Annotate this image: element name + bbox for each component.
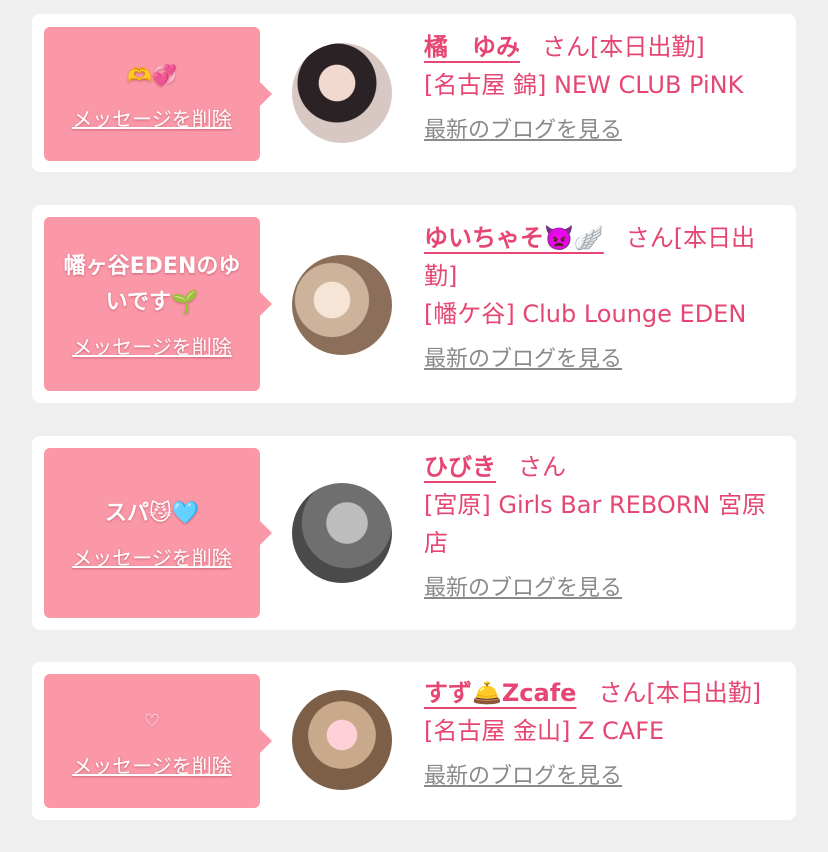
attendance-status: [本日出勤] (646, 679, 762, 707)
honorific: さん (542, 33, 590, 61)
message-text: 🫶💞 (127, 62, 177, 87)
shop-name: [宮原] Girls Bar REBORN 宮原店 (424, 491, 766, 557)
message-bubble: 🫶💞 メッセージを削除 (44, 27, 272, 161)
avatar[interactable] (292, 483, 392, 583)
delete-message-link[interactable]: メッセージを削除 (72, 331, 232, 360)
cast-name-link[interactable]: ひびき (424, 453, 496, 481)
message-text: 幡ヶ谷EDENのゆいです🌱 (63, 253, 241, 315)
message-card: 幡ヶ谷EDENのゆいです🌱 メッセージを削除 ゆいちゃそ👿🪽 さん[本日出勤] [… (32, 205, 796, 403)
blog-link[interactable]: 最新のブログを見る (424, 758, 622, 790)
cast-name-link[interactable]: 橘 ゆみ (424, 33, 520, 61)
message-bubble: スパ😼🩵 メッセージを削除 (44, 448, 272, 618)
honorific: さん (625, 224, 674, 252)
blog-link[interactable]: 最新のブログを見る (424, 341, 622, 373)
message-text: ♡ (143, 710, 161, 732)
cast-name-link[interactable]: ゆいちゃそ👿🪽 (424, 224, 604, 252)
message-card: ♡ メッセージを削除 すず🛎️Zcafe さん[本日出勤] [名古屋 金山] Z … (32, 662, 796, 820)
message-bubble: 幡ヶ谷EDENのゆいです🌱 メッセージを削除 (44, 217, 272, 391)
avatar[interactable] (292, 255, 392, 355)
honorific: さん (598, 679, 647, 707)
honorific: さん (518, 453, 566, 481)
avatar[interactable] (292, 690, 392, 790)
message-text: スパ😼🩵 (104, 500, 200, 526)
message-card: スパ😼🩵 メッセージを削除 ひびき さん [宮原] Girls Bar REBOR… (32, 436, 796, 630)
attendance-status: [本日出勤] (590, 33, 705, 61)
shop-name: [幡ケ谷] Club Lounge EDEN (424, 300, 747, 328)
message-card: 🫶💞 メッセージを削除 橘 ゆみ さん[本日出勤] [名古屋 錦] NEW CLU… (32, 14, 796, 172)
delete-message-link[interactable]: メッセージを削除 (72, 103, 232, 132)
avatar[interactable] (292, 43, 392, 143)
cast-name-link[interactable]: すず🛎️Zcafe (424, 679, 576, 707)
shop-name: [名古屋 錦] NEW CLUB PiNK (424, 71, 744, 99)
delete-message-link[interactable]: メッセージを削除 (72, 750, 232, 779)
delete-message-link[interactable]: メッセージを削除 (72, 542, 232, 571)
blog-link[interactable]: 最新のブログを見る (424, 570, 622, 602)
message-bubble: ♡ メッセージを削除 (44, 674, 272, 808)
blog-link[interactable]: 最新のブログを見る (424, 112, 622, 144)
shop-name: [名古屋 金山] Z CAFE (424, 717, 665, 745)
